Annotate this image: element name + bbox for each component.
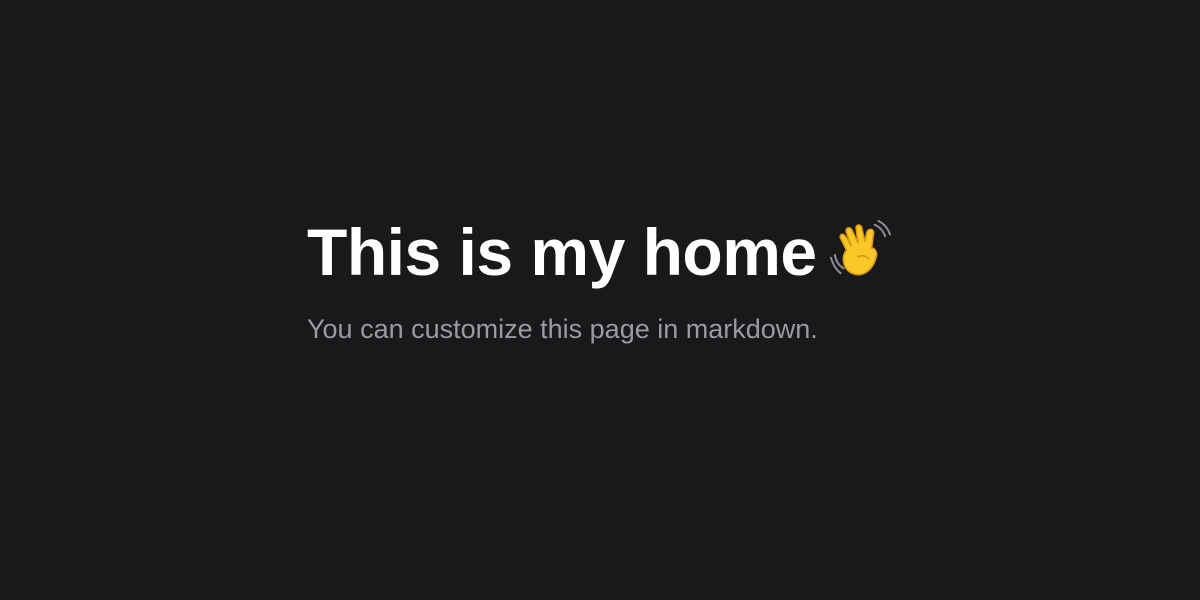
hero-section: This is my home You can customize this p…	[307, 205, 907, 346]
home-page: This is my home You can customize this p…	[0, 0, 1200, 600]
page-subtitle: You can customize this page in markdown.	[307, 314, 818, 344]
title-row: This is my home	[307, 205, 907, 299]
page-title: This is my home	[307, 215, 817, 289]
waving-hand-icon	[829, 218, 891, 280]
